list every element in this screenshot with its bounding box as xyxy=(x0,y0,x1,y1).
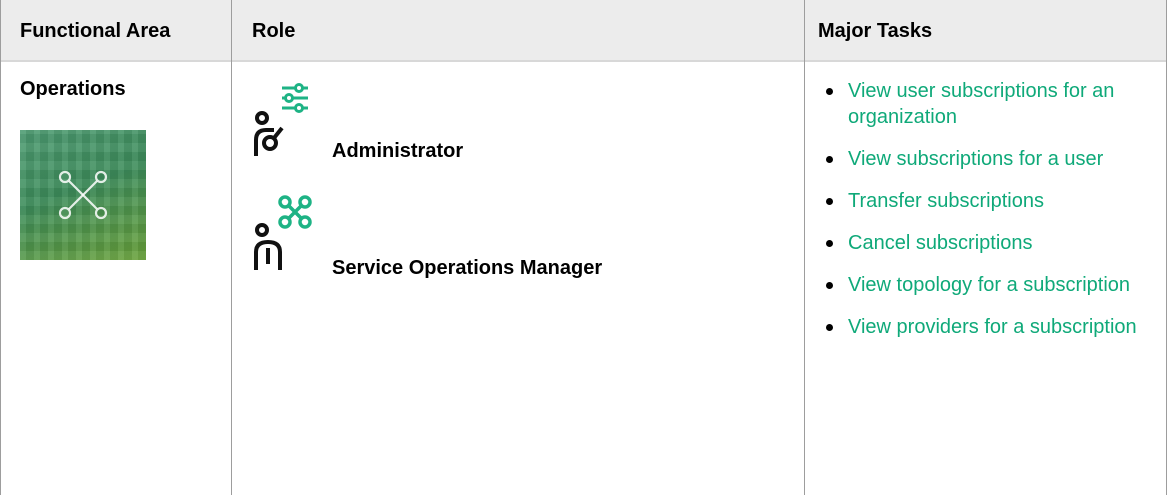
roles-table: Functional Area Role Major Tasks Operati… xyxy=(0,0,1167,495)
operations-tile xyxy=(20,130,146,260)
task-view-subscriptions-for-user[interactable]: View subscriptions for a user xyxy=(818,146,1148,172)
administrator-role-icon xyxy=(254,83,308,156)
bullet-icon xyxy=(826,240,833,247)
bullet-icon xyxy=(826,198,833,205)
header-role: Role xyxy=(252,20,296,42)
column-divider-1 xyxy=(231,0,232,495)
operations-manager-role-icon xyxy=(254,195,312,270)
table-header-row: Functional Area Role Major Tasks xyxy=(0,0,1167,62)
header-major-tasks: Major Tasks xyxy=(818,20,933,42)
column-divider-2 xyxy=(804,0,805,495)
task-transfer-subscriptions[interactable]: Transfer subscriptions xyxy=(818,188,1148,214)
role-label-service-operations-manager: Service Operations Manager xyxy=(332,257,603,279)
bullet-icon xyxy=(826,156,833,163)
table-border-left xyxy=(0,0,1,495)
major-tasks-list: View user subscriptions for an organizat… xyxy=(818,78,1148,356)
header-functional-area: Functional Area xyxy=(20,20,171,42)
task-view-providers[interactable]: View providers for a subscription xyxy=(818,314,1148,340)
bullet-icon xyxy=(826,282,833,289)
task-cancel-subscriptions[interactable]: Cancel subscriptions xyxy=(818,230,1148,256)
bullet-icon xyxy=(826,324,833,331)
role-label-administrator: Administrator xyxy=(332,140,464,162)
topology-network-icon xyxy=(58,170,108,220)
task-view-user-subscriptions[interactable]: View user subscriptions for an organizat… xyxy=(818,78,1148,130)
bullet-icon xyxy=(826,88,833,95)
functional-area-title: Operations xyxy=(20,78,126,100)
task-view-topology[interactable]: View topology for a subscription xyxy=(818,272,1148,298)
